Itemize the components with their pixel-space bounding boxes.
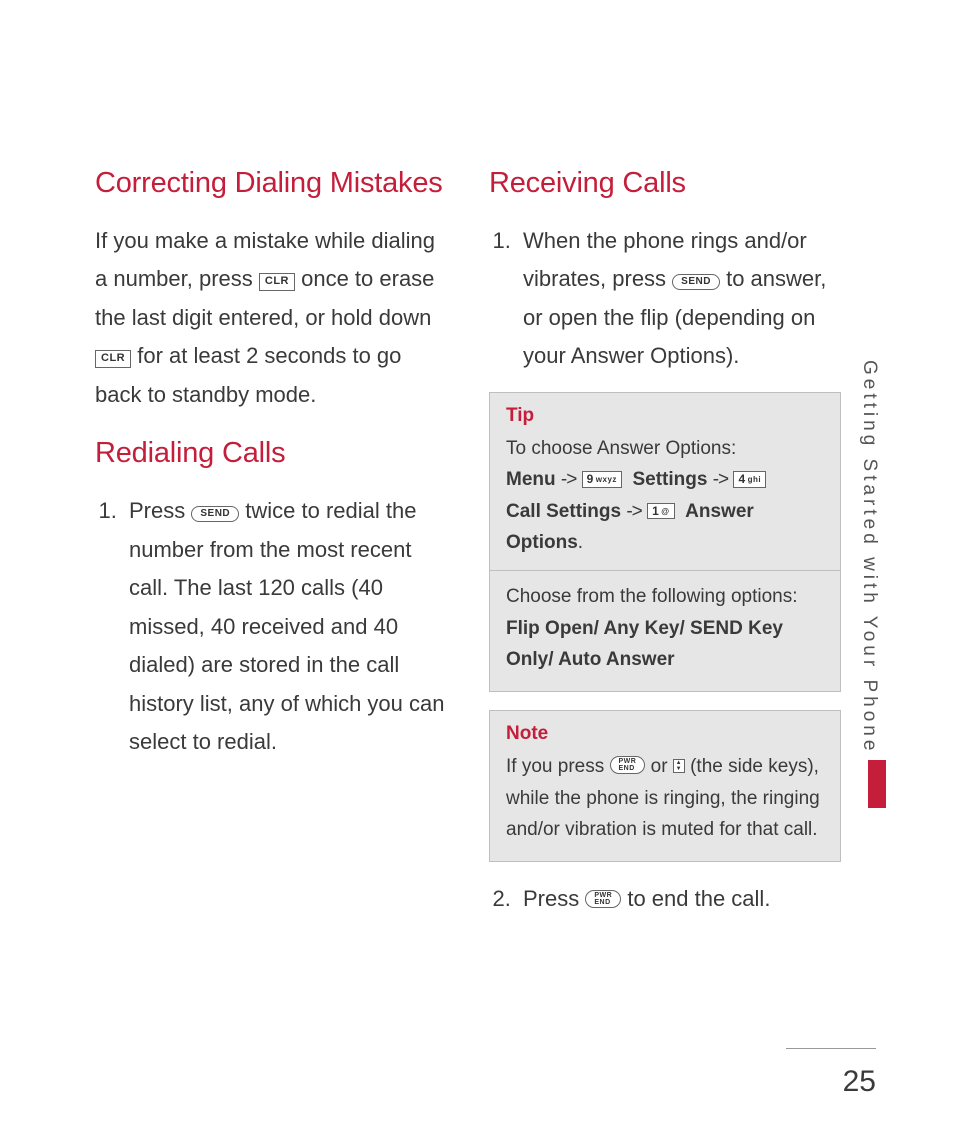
end-key-icon: PWREND — [585, 890, 621, 908]
end-key-icon: PWREND — [610, 756, 646, 774]
text: or — [651, 756, 673, 777]
receiving-steps-continued: Press PWREND to end the call. — [489, 880, 841, 919]
text: Choose from the following options: — [506, 586, 798, 607]
text: To choose Answer Options: — [506, 438, 736, 459]
page-number: 25 — [843, 1065, 876, 1099]
key-sub: wxyz — [596, 475, 617, 484]
send-key-icon: SEND — [672, 274, 720, 290]
arrow-icon: -> — [626, 501, 641, 522]
tip-settings-label: Settings — [632, 469, 707, 490]
note-body: If you press PWREND or (the side keys), … — [506, 751, 824, 845]
tip-options-list: Flip Open/ Any Key/ SEND Key Only/ Auto … — [506, 618, 783, 670]
key-4-icon: 4ghi — [733, 471, 766, 487]
text: to end the call. — [627, 886, 770, 911]
key-pwr: PWR — [619, 758, 637, 765]
tip-title: Tip — [506, 405, 824, 427]
key-end: END — [594, 899, 610, 906]
divider — [490, 570, 840, 571]
left-column: Correcting Dialing Mistakes If you make … — [95, 168, 447, 933]
clr-key-icon: CLR — [259, 273, 295, 290]
key-1-icon: 1@ — [647, 503, 675, 519]
clr-key-icon: CLR — [95, 350, 131, 367]
key-digit: 1 — [652, 504, 659, 518]
tip-call-settings-label: Call Settings — [506, 501, 621, 522]
arrow-icon: -> — [561, 469, 576, 490]
send-key-icon: SEND — [191, 506, 239, 522]
key-sub: @ — [661, 507, 669, 516]
key-digit: 4 — [738, 472, 745, 486]
right-column: Receiving Calls When the phone rings and… — [489, 168, 841, 933]
note-box: Note If you press PWREND or (the side ke… — [489, 710, 841, 862]
tip-menu-label: Menu — [506, 469, 556, 490]
side-key-icon — [673, 759, 685, 773]
manual-page: Correcting Dialing Mistakes If you make … — [0, 0, 954, 1145]
paragraph-correcting: If you make a mistake while dialing a nu… — [95, 222, 447, 415]
section-side-tab: Getting Started with Your Phone — [858, 360, 880, 754]
text: If you press — [506, 756, 610, 777]
receiving-steps: When the phone rings and/or vibrates, pr… — [489, 222, 841, 376]
key-end: END — [619, 765, 635, 772]
key-digit: 9 — [587, 472, 594, 486]
key-pwr: PWR — [594, 892, 612, 899]
note-title: Note — [506, 723, 824, 745]
page-number-rule — [786, 1048, 876, 1049]
list-item: When the phone rings and/or vibrates, pr… — [517, 222, 841, 376]
content-columns: Correcting Dialing Mistakes If you make … — [95, 168, 841, 933]
text: Press — [523, 886, 585, 911]
heading-receiving-calls: Receiving Calls — [489, 168, 841, 200]
tip-box: Tip To choose Answer Options: Menu -> 9w… — [489, 392, 841, 692]
list-item: Press SEND twice to redial the number fr… — [123, 492, 447, 762]
section-side-tab-bar — [868, 760, 886, 808]
text: for at least 2 seconds to go back to sta… — [95, 343, 401, 407]
redial-steps: Press SEND twice to redial the number fr… — [95, 492, 447, 762]
heading-redialing: Redialing Calls — [95, 438, 447, 470]
list-item: Press PWREND to end the call. — [517, 880, 841, 919]
text: Press — [129, 498, 191, 523]
tip-body: To choose Answer Options: Menu -> 9wxyz … — [506, 433, 824, 675]
arrow-icon: -> — [713, 469, 728, 490]
key-sub: ghi — [748, 475, 762, 484]
heading-correcting-dialing: Correcting Dialing Mistakes — [95, 168, 447, 200]
text: twice to redial the number from the most… — [129, 498, 444, 754]
key-9-icon: 9wxyz — [582, 471, 622, 487]
